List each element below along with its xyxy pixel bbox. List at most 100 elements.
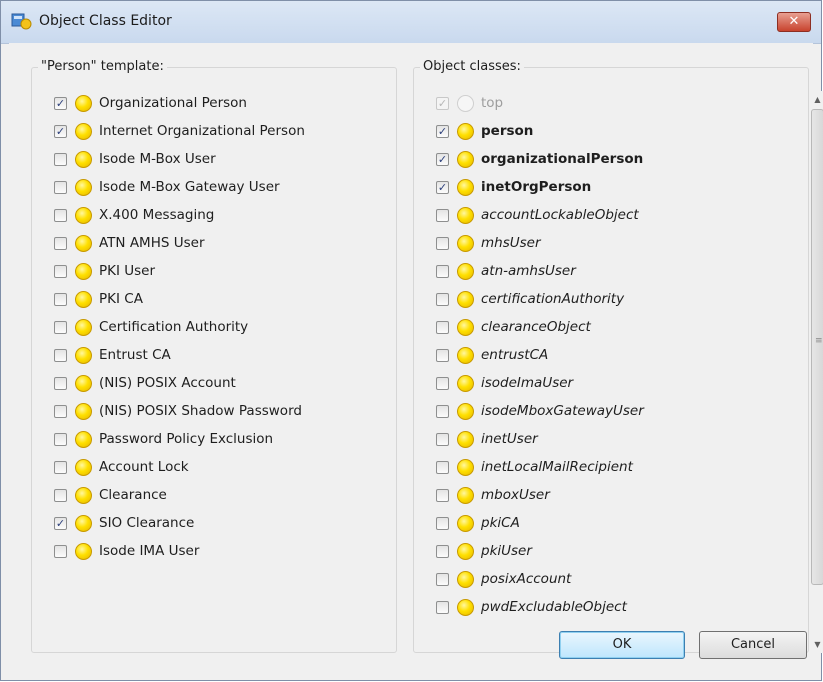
checkbox[interactable]: ✓ [54, 124, 67, 138]
checkbox[interactable] [54, 376, 67, 390]
object-class-item[interactable]: accountLockableObject [436, 204, 639, 226]
template-item[interactable]: ATN AMHS User [54, 232, 205, 254]
checkbox[interactable] [436, 572, 449, 586]
template-item[interactable]: PKI User [54, 260, 155, 282]
object-class-item[interactable]: ✓ inetOrgPerson [436, 176, 591, 198]
template-item[interactable]: Isode M-Box User [54, 148, 216, 170]
checkbox[interactable] [54, 152, 67, 166]
checkbox[interactable] [54, 404, 67, 418]
object-classes-group: Object classes: ✓ top ✓ person ✓ organization… [413, 59, 809, 653]
checkbox[interactable] [436, 488, 449, 502]
object-class-item-label: certificationAuthority [481, 291, 625, 307]
object-class-item[interactable]: inetLocalMailRecipient [436, 456, 633, 478]
template-item[interactable]: (NIS) POSIX Shadow Password [54, 400, 302, 422]
object-class-item[interactable]: posixAccount [436, 568, 571, 590]
checkbox[interactable] [436, 376, 449, 390]
yellow-circle-icon [457, 150, 474, 168]
scroll-down-arrow-icon[interactable]: ▼ [809, 636, 823, 653]
object-class-item[interactable]: isodeImaUser [436, 372, 573, 394]
checkbox[interactable] [54, 320, 67, 334]
object-class-item-label: inetLocalMailRecipient [481, 459, 633, 475]
object-class-item[interactable]: ✓ top [436, 92, 503, 114]
template-item[interactable]: ✓ Internet Organizational Person [54, 120, 305, 142]
checkbox[interactable] [436, 544, 449, 558]
template-item[interactable]: Isode IMA User [54, 540, 199, 562]
object-class-item[interactable]: inetUser [436, 428, 538, 450]
object-class-editor-app-icon [11, 13, 32, 30]
checkbox[interactable] [436, 236, 449, 250]
checkbox[interactable] [54, 460, 67, 474]
object-class-item[interactable]: certificationAuthority [436, 288, 624, 310]
checkbox[interactable]: ✓ [54, 516, 67, 530]
close-button[interactable]: ✕ [777, 12, 811, 32]
checkbox[interactable] [54, 292, 67, 306]
yellow-circle-icon [457, 374, 474, 392]
object-class-item[interactable]: pkiUser [436, 540, 532, 562]
checkbox[interactable] [436, 348, 449, 362]
scrollbar-thumb[interactable]: ≡ [811, 109, 823, 585]
checkbox[interactable] [436, 320, 449, 334]
template-item[interactable]: Password Policy Exclusion [54, 428, 273, 450]
object-class-item[interactable]: ✓ person [436, 120, 533, 142]
checkbox[interactable] [436, 404, 449, 418]
template-item[interactable]: Clearance [54, 484, 167, 506]
scroll-up-arrow-icon[interactable]: ▲ [809, 91, 823, 108]
yellow-circle-icon [75, 346, 92, 364]
checkbox[interactable] [436, 600, 449, 614]
checkbox[interactable] [436, 208, 449, 222]
checkbox[interactable] [54, 348, 67, 362]
checkbox[interactable]: ✓ [436, 152, 449, 166]
template-item[interactable]: PKI CA [54, 288, 143, 310]
yellow-circle-icon [75, 318, 92, 336]
yellow-circle-icon [75, 514, 92, 532]
yellow-circle-icon [75, 122, 92, 140]
object-class-item-label: pkiCA [481, 515, 520, 531]
template-item[interactable]: Account Lock [54, 456, 189, 478]
checkbox[interactable] [54, 236, 67, 250]
object-class-item-label: posixAccount [481, 571, 572, 587]
checkbox[interactable]: ✓ [436, 124, 449, 138]
object-class-item[interactable]: pkiCA [436, 512, 520, 534]
checkbox[interactable] [54, 432, 67, 446]
checkbox[interactable]: ✓ [436, 180, 449, 194]
template-item[interactable]: Certification Authority [54, 316, 248, 338]
ok-button[interactable]: OK [559, 631, 685, 659]
checkbox[interactable] [54, 544, 67, 558]
template-item[interactable]: X.400 Messaging [54, 204, 214, 226]
yellow-circle-icon [75, 234, 92, 252]
checkbox[interactable] [54, 488, 67, 502]
checkbox[interactable] [54, 208, 67, 222]
checkbox[interactable] [436, 460, 449, 474]
object-class-item[interactable]: atn-amhsUser [436, 260, 576, 282]
object-class-item[interactable]: mboxUser [436, 484, 550, 506]
template-item[interactable]: Isode M-Box Gateway User [54, 176, 280, 198]
checkbox[interactable] [436, 432, 449, 446]
checkbox[interactable] [54, 180, 67, 194]
checkbox[interactable]: ✓ [54, 96, 67, 110]
checkbox[interactable] [436, 516, 449, 530]
template-item-label: Internet Organizational Person [99, 123, 305, 139]
object-class-item[interactable]: mhsUser [436, 232, 541, 254]
object-class-item[interactable]: ✓ organizationalPerson [436, 148, 643, 170]
cancel-button[interactable]: Cancel [699, 631, 807, 659]
template-item[interactable]: (NIS) POSIX Account [54, 372, 236, 394]
template-item[interactable]: ✓ SIO Clearance [54, 512, 194, 534]
object-class-item[interactable]: pwdExcludableObject [436, 596, 627, 618]
object-class-item-label: clearanceObject [481, 319, 591, 335]
object-classes-scrollbar[interactable]: ▲ ≡ ▼ [809, 91, 823, 653]
object-class-item-label: pkiUser [481, 543, 532, 559]
yellow-circle-icon [457, 318, 474, 336]
title-bar[interactable]: Object Class Editor ✕ [1, 1, 821, 44]
template-item[interactable]: Entrust CA [54, 344, 171, 366]
object-class-item[interactable]: isodeMboxGatewayUser [436, 400, 644, 422]
object-class-item[interactable]: clearanceObject [436, 316, 591, 338]
template-item[interactable]: ✓ Organizational Person [54, 92, 247, 114]
yellow-circle-icon [457, 486, 474, 504]
checkbox[interactable] [436, 264, 449, 278]
checkbox[interactable] [436, 292, 449, 306]
template-item-label: SIO Clearance [99, 515, 195, 531]
yellow-circle-icon [457, 542, 474, 560]
empty-circle-icon [457, 94, 474, 112]
checkbox[interactable] [54, 264, 67, 278]
object-class-item[interactable]: entrustCA [436, 344, 548, 366]
